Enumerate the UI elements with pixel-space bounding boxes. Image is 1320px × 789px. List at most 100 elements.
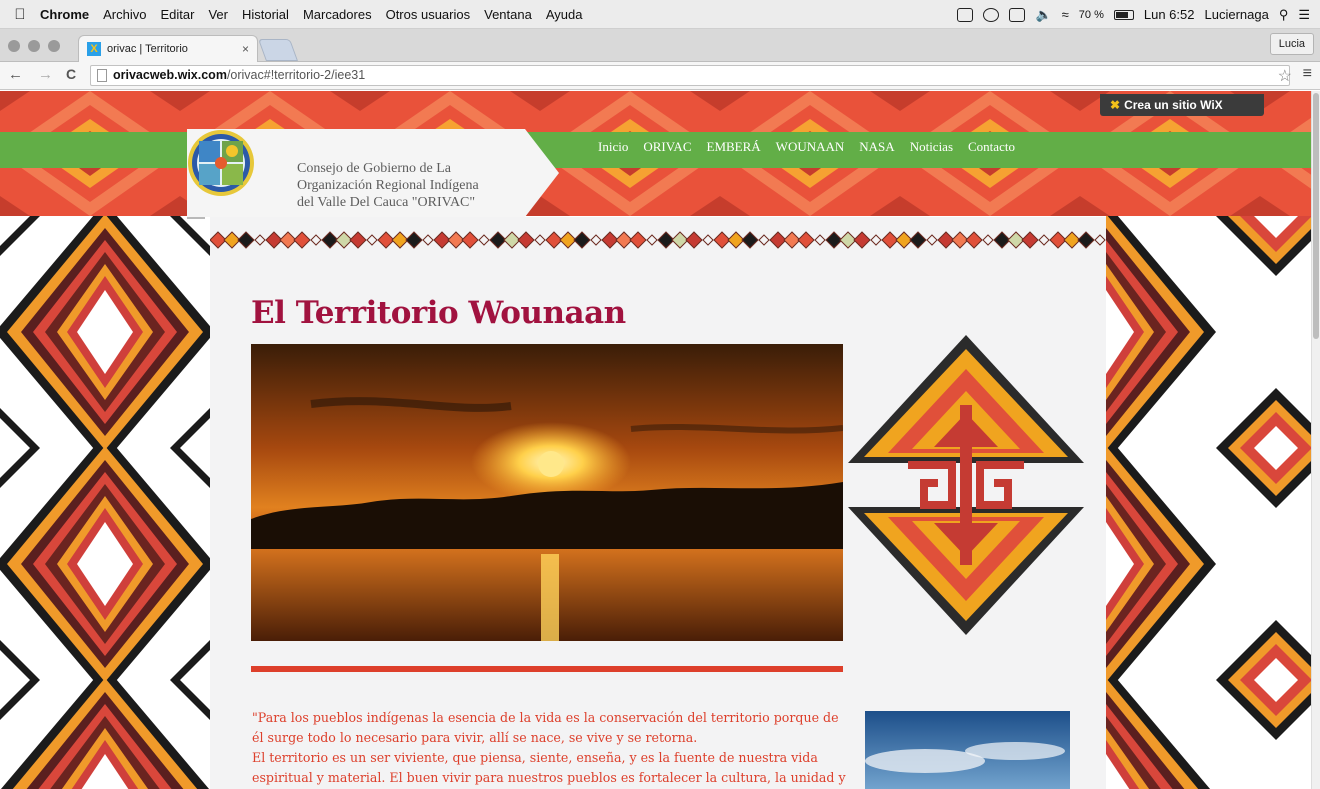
menubar-tray: 🔈 ≈ 70 % Lun 6:52 Luciernaga ⚲ ☰ bbox=[957, 0, 1310, 29]
diamond-motif bbox=[573, 231, 591, 249]
new-tab-button[interactable] bbox=[257, 39, 299, 61]
diamond-motif bbox=[1077, 231, 1095, 249]
sky-photo-thumbnail bbox=[865, 711, 1070, 789]
wix-favicon-icon: X bbox=[87, 42, 101, 56]
volume-icon[interactable]: 🔈 bbox=[1035, 7, 1051, 23]
diamond-motif bbox=[741, 231, 759, 249]
creative-cloud-icon[interactable] bbox=[983, 7, 1000, 22]
wix-brand: WiX bbox=[1200, 98, 1223, 112]
web-page: ✖ Crea un sitio WiX Consejo de Gobierno d… bbox=[0, 91, 1311, 789]
close-window-button[interactable] bbox=[8, 40, 20, 52]
org-name-line-1: Consejo de Gobierno de La bbox=[297, 161, 451, 176]
diamond-motif bbox=[517, 231, 535, 249]
clock[interactable]: Lun 6:52 bbox=[1144, 7, 1195, 22]
reload-button[interactable]: C bbox=[66, 66, 76, 82]
menu-ventana[interactable]: Ventana bbox=[484, 7, 532, 22]
notification-list-icon[interactable]: ☰ bbox=[1298, 7, 1310, 23]
nav-contacto[interactable]: Contacto bbox=[968, 139, 1015, 155]
menu-historial[interactable]: Historial bbox=[242, 7, 289, 22]
diamond-motif bbox=[965, 231, 983, 249]
menu-archivo[interactable]: Archivo bbox=[103, 7, 146, 22]
diamond-motif bbox=[853, 231, 871, 249]
organization-name: Consejo de Gobierno de La Organización R… bbox=[297, 160, 557, 211]
diamond-motif bbox=[422, 234, 434, 246]
orivac-emblem-icon bbox=[188, 130, 254, 196]
nav-orivac[interactable]: ORIVAC bbox=[643, 139, 691, 155]
wifi-icon[interactable]: ≈ bbox=[1062, 7, 1069, 22]
zoom-window-button[interactable] bbox=[48, 40, 60, 52]
screen-capture-icon[interactable] bbox=[957, 7, 974, 22]
wix-create-site-banner[interactable]: ✖ Crea un sitio WiX bbox=[1100, 94, 1264, 116]
url-host: orivacweb.wix.com bbox=[113, 68, 227, 82]
user-name[interactable]: Luciernaga bbox=[1204, 7, 1268, 22]
back-button[interactable]: ← bbox=[8, 66, 23, 83]
diamond-motif bbox=[1021, 231, 1039, 249]
dropbox-icon[interactable] bbox=[1009, 7, 1026, 22]
url-path: /orivac#!territorio-2/iee31 bbox=[226, 68, 366, 82]
diamond-motif bbox=[461, 231, 479, 249]
diamond-motif bbox=[1038, 234, 1050, 246]
diamond-motif bbox=[758, 234, 770, 246]
diamond-motif bbox=[478, 234, 490, 246]
spotlight-search-icon[interactable]: ⚲ bbox=[1279, 7, 1289, 23]
diamond-motif bbox=[685, 231, 703, 249]
nav-inicio[interactable]: Inicio bbox=[598, 139, 628, 155]
diamond-motif bbox=[237, 231, 255, 249]
browser-toolbar: ← → C orivacweb.wix.com/orivac#!territor… bbox=[0, 62, 1320, 90]
page-title: El Territorio Wounaan bbox=[251, 295, 626, 331]
quote-paragraph-2: El territorio es un ser viviente, que pi… bbox=[252, 750, 846, 785]
wix-x-icon: ✖ bbox=[1110, 98, 1121, 112]
diamond-motif bbox=[254, 234, 266, 246]
section-divider bbox=[251, 666, 843, 672]
tab-close-icon[interactable]: × bbox=[242, 42, 249, 56]
menu-marcadores[interactable]: Marcadores bbox=[303, 7, 372, 22]
org-name-line-3: del Valle Del Cauca "ORIVAC" bbox=[297, 195, 476, 210]
profile-button[interactable]: Lucia bbox=[1269, 33, 1314, 55]
minimize-window-button[interactable] bbox=[28, 40, 40, 52]
page-icon bbox=[97, 69, 107, 82]
menu-ayuda[interactable]: Ayuda bbox=[546, 7, 583, 22]
quote-paragraph-1: "Para los pueblos indígenas la esencia d… bbox=[252, 710, 839, 745]
page-scrollbar[interactable] bbox=[1311, 91, 1320, 789]
territory-quote: "Para los pueblos indígenas la esencia d… bbox=[252, 708, 846, 788]
address-bar[interactable]: orivacweb.wix.com/orivac#!territorio-2/i… bbox=[90, 65, 1290, 86]
diamond-motif bbox=[293, 231, 311, 249]
nav-nasa[interactable]: NASA bbox=[859, 139, 894, 155]
menu-ver[interactable]: Ver bbox=[208, 7, 228, 22]
forward-button[interactable]: → bbox=[38, 66, 53, 83]
scrollbar-thumb[interactable] bbox=[1313, 93, 1319, 339]
wix-banner-text: Crea un sitio bbox=[1124, 98, 1197, 112]
diamond-motif bbox=[926, 234, 938, 246]
mac-menubar:  Chrome Archivo Editar Ver Historial Ma… bbox=[0, 0, 1320, 29]
diamond-motif bbox=[349, 231, 367, 249]
nav-noticias[interactable]: Noticias bbox=[910, 139, 953, 155]
tab-orivac-territorio[interactable]: X orivac | Territorio × bbox=[78, 35, 258, 62]
sunset-river-photo bbox=[251, 344, 843, 641]
menu-editar[interactable]: Editar bbox=[160, 7, 194, 22]
diamond-motif bbox=[797, 231, 815, 249]
diamond-motif bbox=[909, 231, 927, 249]
diamond-motif bbox=[310, 234, 322, 246]
battery-icon[interactable] bbox=[1113, 9, 1134, 20]
menu-otros-usuarios[interactable]: Otros usuarios bbox=[386, 7, 471, 22]
main-navigation: Inicio ORIVAC EMBERÁ WOUNAAN NASA Notici… bbox=[598, 139, 1015, 155]
browser-tabbar: X orivac | Territorio × Lucia bbox=[0, 29, 1320, 62]
diamond-motif bbox=[982, 234, 994, 246]
bookmark-star-icon[interactable]: ☆ bbox=[1278, 66, 1292, 86]
site-logo-block[interactable]: Consejo de Gobierno de La Organización R… bbox=[187, 129, 559, 219]
menu-chrome[interactable]: Chrome bbox=[40, 7, 89, 22]
wounaan-motif-icon bbox=[848, 335, 1084, 635]
diamond-motif bbox=[534, 234, 546, 246]
diamond-border-strip bbox=[210, 231, 1106, 249]
nav-embera[interactable]: EMBERÁ bbox=[707, 139, 761, 155]
diamond-motif bbox=[702, 234, 714, 246]
nav-wounaan[interactable]: WOUNAAN bbox=[776, 139, 845, 155]
diamond-motif bbox=[366, 234, 378, 246]
diamond-motif bbox=[629, 231, 647, 249]
diamond-motif bbox=[405, 231, 423, 249]
diamond-motif bbox=[1094, 234, 1106, 246]
tab-title: orivac | Territorio bbox=[107, 43, 188, 55]
apple-icon[interactable]:  bbox=[0, 6, 40, 23]
chrome-menu-icon[interactable]: ≡ bbox=[1303, 65, 1312, 83]
diamond-motif bbox=[590, 234, 602, 246]
